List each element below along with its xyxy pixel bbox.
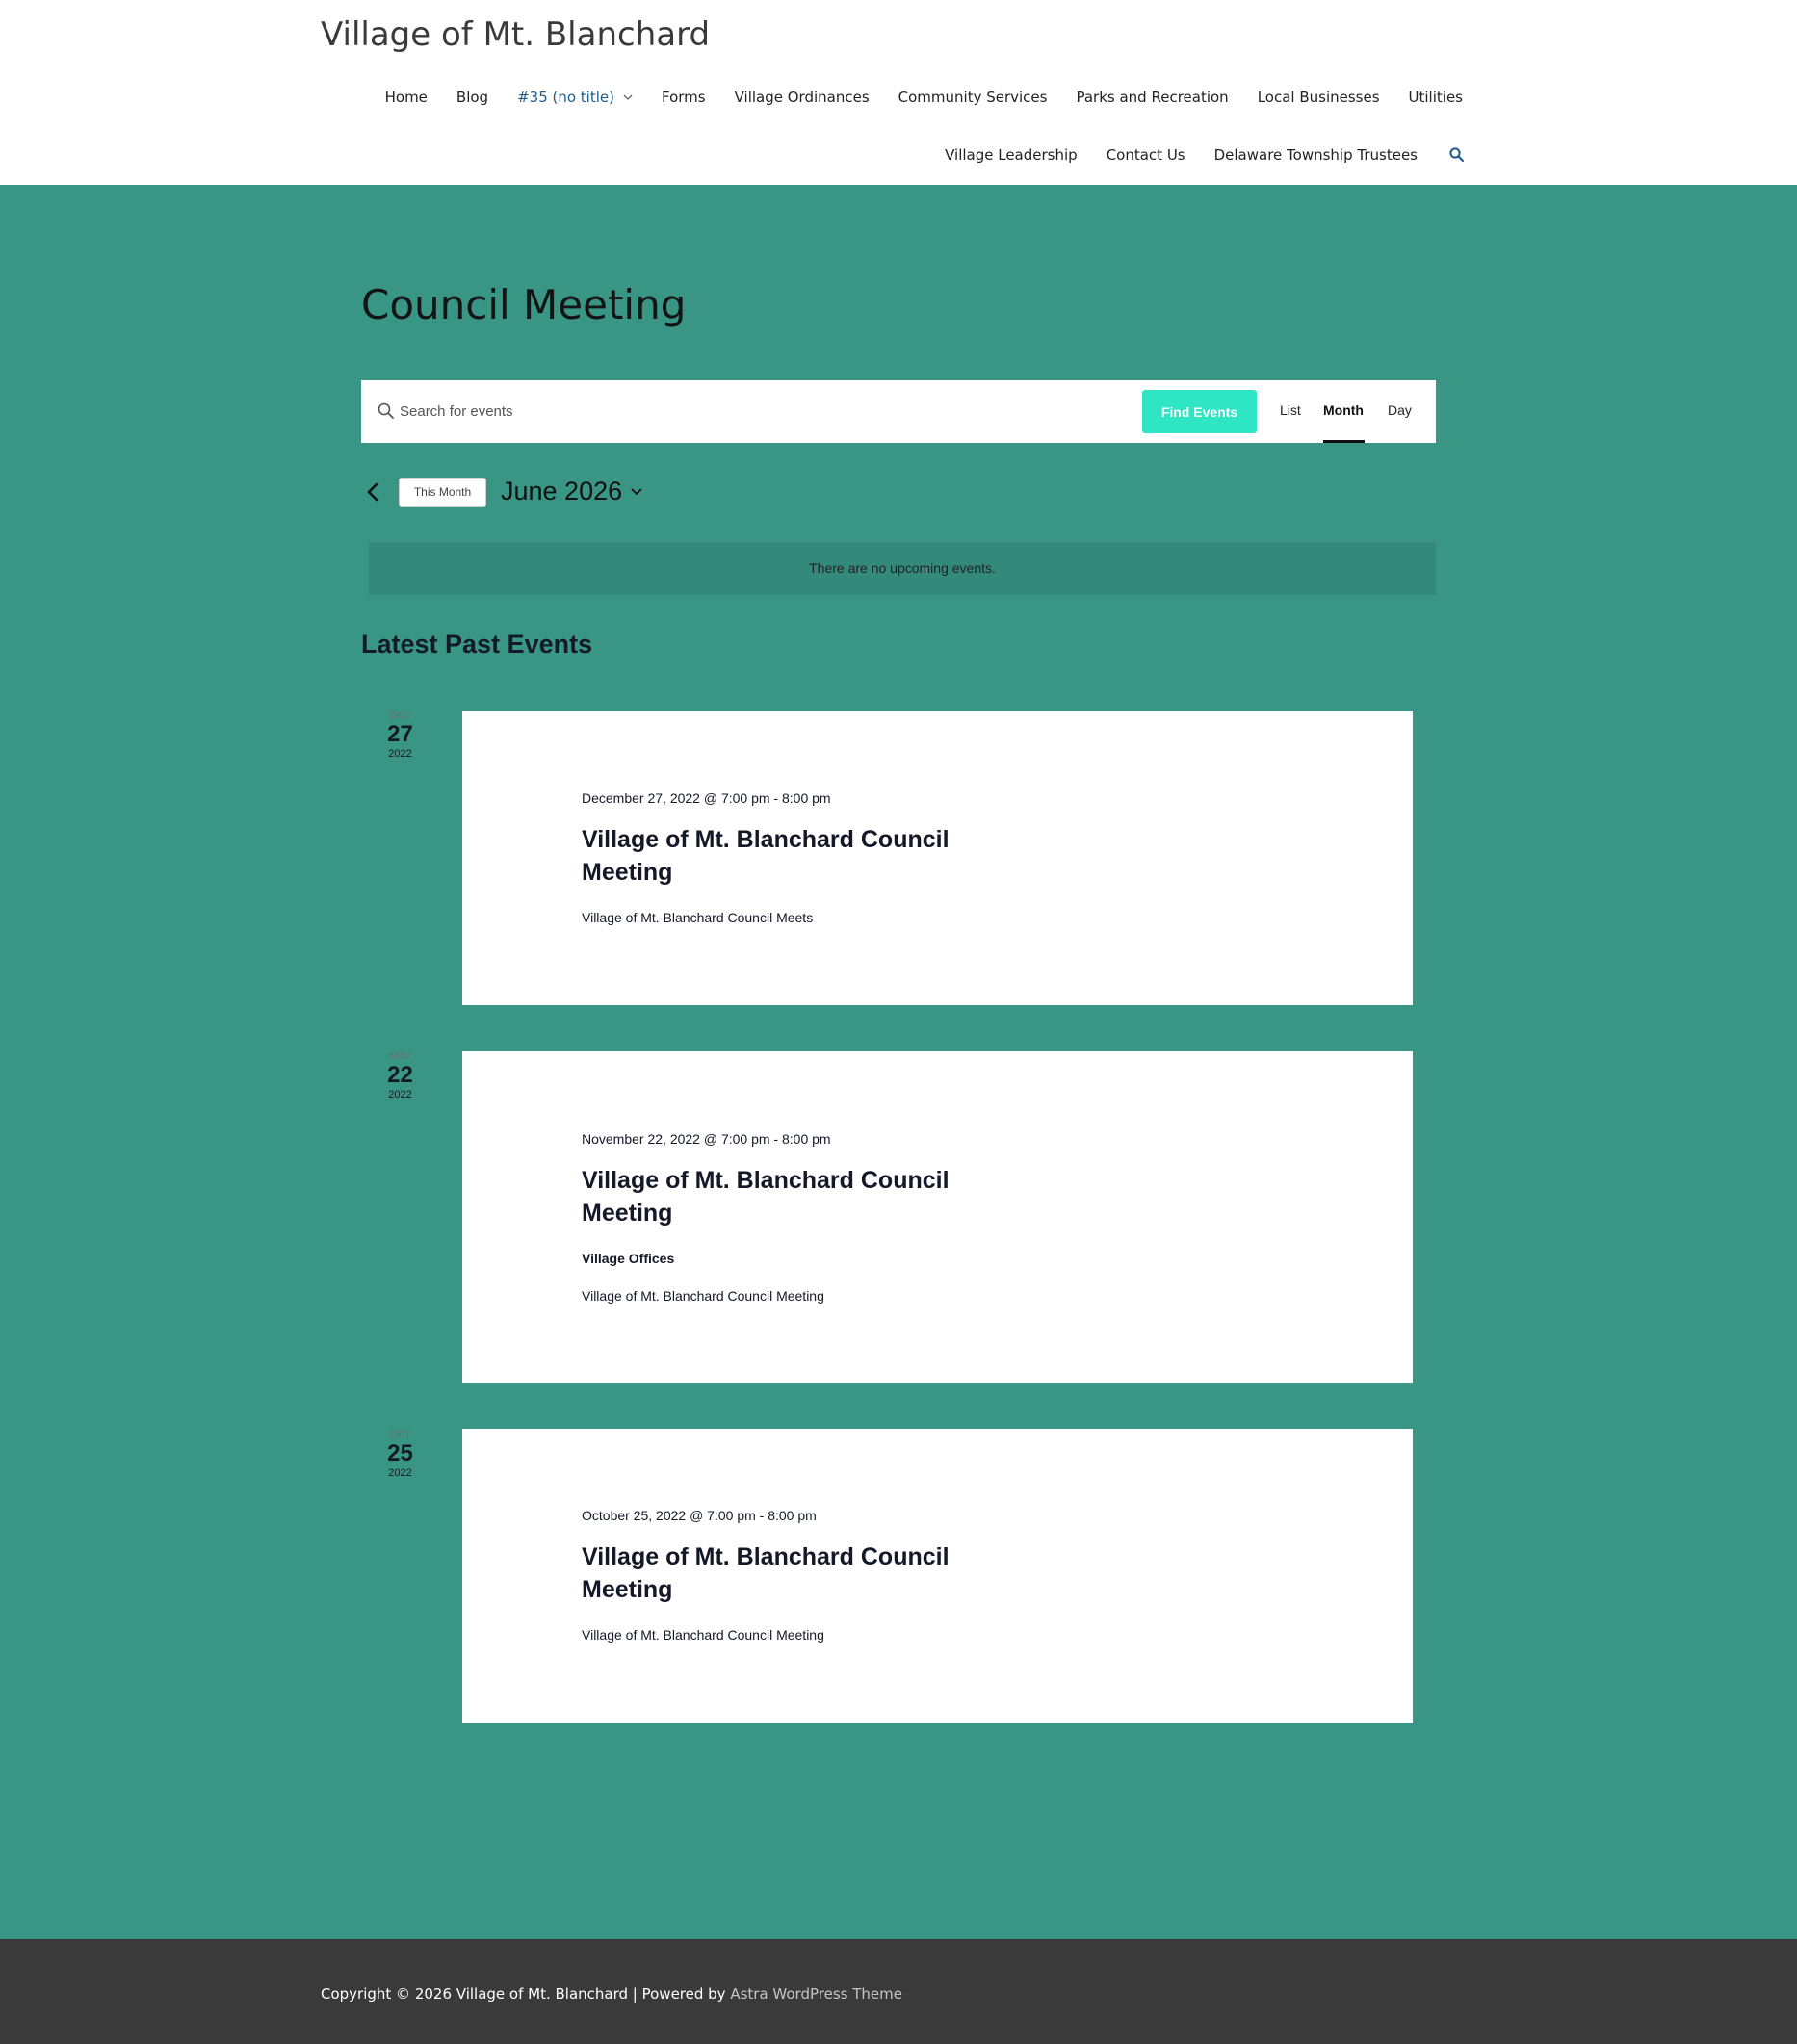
- event-day: 27: [387, 721, 413, 747]
- event-title-link[interactable]: Village of Mt. Blanchard Council Meeting: [582, 823, 986, 889]
- search-icon: [378, 402, 394, 419]
- past-events-heading: Latest Past Events: [361, 630, 593, 659]
- nav-parks-recreation[interactable]: Parks and Recreation: [1076, 89, 1228, 106]
- event-date-tag: Nov 22 2022: [361, 1051, 439, 1100]
- event-month: Dec: [389, 711, 411, 721]
- find-events-button[interactable]: Find Events: [1142, 390, 1257, 433]
- event-description: Village of Mt. Blanchard Council Meeting: [582, 1627, 824, 1643]
- event-date-tag: Dec 27 2022: [361, 711, 439, 760]
- event-card: November 22, 2022 @ 7:00 pm - 8:00 pm Vi…: [462, 1051, 1413, 1383]
- copyright-text: Copyright © 2026 Village of Mt. Blanchar…: [321, 1985, 731, 2003]
- nav-blog[interactable]: Blog: [456, 89, 488, 106]
- nav-no-title[interactable]: #35 (no title): [517, 89, 633, 106]
- nav-local-businesses[interactable]: Local Businesses: [1258, 89, 1380, 106]
- event-venue: Village Offices: [582, 1251, 675, 1266]
- chevron-down-icon: [623, 94, 633, 100]
- this-month-button[interactable]: This Month: [399, 478, 486, 507]
- event-year: 2022: [388, 1467, 412, 1479]
- event-description: Village of Mt. Blanchard Council Meeting: [582, 1288, 824, 1304]
- chevron-down-icon: [631, 488, 642, 496]
- event-day: 25: [387, 1440, 413, 1466]
- event-month: Oct: [389, 1430, 411, 1440]
- events-search-input[interactable]: [400, 394, 1093, 428]
- active-view-indicator: [1323, 440, 1365, 443]
- event-day: 22: [387, 1062, 413, 1088]
- chevron-left-icon[interactable]: [364, 480, 383, 504]
- page-title: Council Meeting: [361, 281, 687, 328]
- site-title[interactable]: Village of Mt. Blanchard: [321, 15, 710, 54]
- event-card: December 27, 2022 @ 7:00 pm - 8:00 pm Vi…: [462, 711, 1413, 1005]
- view-month-tab[interactable]: Month: [1323, 402, 1364, 418]
- nav-utilities[interactable]: Utilities: [1409, 89, 1463, 106]
- month-picker[interactable]: June 2026: [501, 477, 643, 506]
- nav-village-ordinances[interactable]: Village Ordinances: [735, 89, 870, 106]
- search-icon[interactable]: [1448, 146, 1466, 164]
- no-upcoming-notice: There are no upcoming events.: [369, 542, 1436, 595]
- site-footer: Copyright © 2026 Village of Mt. Blanchar…: [0, 1939, 1797, 2044]
- primary-nav: Home Blog #35 (no title) Forms Village O…: [356, 89, 1463, 106]
- view-list-tab[interactable]: List: [1280, 402, 1301, 418]
- event-year: 2022: [388, 748, 412, 760]
- current-month-label: June 2026: [501, 477, 623, 505]
- events-search-bar: Find Events List Month Day: [361, 380, 1436, 443]
- nav-home[interactable]: Home: [385, 89, 428, 106]
- event-title-link[interactable]: Village of Mt. Blanchard Council Meeting: [582, 1164, 986, 1229]
- nav-contact-us[interactable]: Contact Us: [1107, 146, 1185, 164]
- nav-forms[interactable]: Forms: [662, 89, 706, 106]
- footer-copyright: Copyright © 2026 Village of Mt. Blanchar…: [321, 1985, 902, 2003]
- event-month: Nov: [389, 1051, 411, 1062]
- event-year: 2022: [388, 1089, 412, 1100]
- nav-delaware-township-trustees[interactable]: Delaware Township Trustees: [1214, 146, 1418, 164]
- astra-theme-link[interactable]: Astra WordPress Theme: [730, 1985, 902, 2003]
- event-description: Village of Mt. Blanchard Council Meets: [582, 910, 814, 925]
- event-date-tag: Oct 25 2022: [361, 1430, 439, 1479]
- event-datetime: November 22, 2022 @ 7:00 pm - 8:00 pm: [582, 1131, 831, 1147]
- event-title-link[interactable]: Village of Mt. Blanchard Council Meeting: [582, 1540, 986, 1606]
- event-card: October 25, 2022 @ 7:00 pm - 8:00 pm Vil…: [462, 1429, 1413, 1723]
- nav-community-services[interactable]: Community Services: [898, 89, 1048, 106]
- secondary-nav: Village Leadership Contact Us Delaware T…: [916, 146, 1466, 164]
- event-datetime: October 25, 2022 @ 7:00 pm - 8:00 pm: [582, 1508, 817, 1523]
- site-header: Village of Mt. Blanchard Home Blog #35 (…: [0, 0, 1797, 185]
- nav-village-leadership[interactable]: Village Leadership: [945, 146, 1078, 164]
- event-datetime: December 27, 2022 @ 7:00 pm - 8:00 pm: [582, 790, 831, 806]
- nav-no-title-label: #35 (no title): [517, 89, 614, 106]
- view-day-tab[interactable]: Day: [1388, 402, 1412, 418]
